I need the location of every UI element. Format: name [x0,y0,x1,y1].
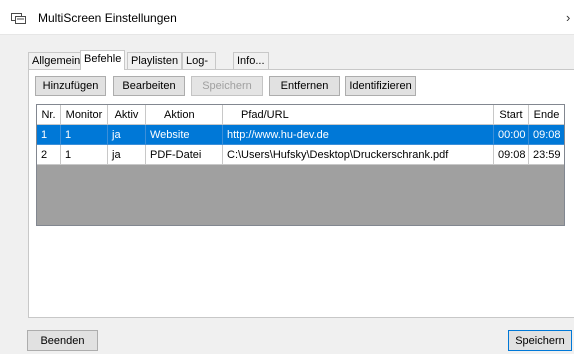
column-header[interactable]: Pfad/URL [223,105,494,125]
column-header[interactable]: Nr. [37,105,61,125]
column-header[interactable]: Aktiv [108,105,146,125]
tab-allgemein[interactable]: Allgemein [28,52,85,69]
table-cell[interactable]: 00:00 [494,125,529,145]
save-command-button[interactable]: Speichern [191,76,263,96]
monitor-window-icon [11,13,26,24]
identify-button[interactable]: Identifizieren [345,76,416,96]
edit-button[interactable]: Bearbeiten [113,76,185,96]
table-cell[interactable]: 09:08 [494,145,529,165]
table-cell[interactable]: 1 [61,125,108,145]
add-button[interactable]: Hinzufügen [35,76,106,96]
column-header[interactable]: Start [494,105,529,125]
exit-button[interactable]: Beenden [27,330,98,351]
close-icon[interactable]: › [566,10,570,25]
column-header[interactable]: Aktion [146,105,223,125]
remove-button[interactable]: Entfernen [269,76,340,96]
tab-log-datei[interactable]: Log-Datei [182,52,216,83]
tab-befehle[interactable]: Befehle [80,50,126,70]
table-cell[interactable]: ja [108,145,146,165]
tab-playlisten[interactable]: Playlisten [127,52,183,69]
save-button[interactable]: Speichern [508,330,572,351]
column-header[interactable]: Ende [529,105,564,125]
window-title: MultiScreen Einstellungen [38,11,177,25]
table-cell[interactable]: 09:08 [529,125,564,145]
table-cell[interactable]: 23:59 [529,145,564,165]
tab-info[interactable]: Info... [233,52,269,69]
column-header[interactable]: Monitor [61,105,108,125]
table-cell[interactable]: 2 [37,145,61,165]
title-bar: MultiScreen Einstellungen › [0,0,574,35]
table-cell[interactable]: PDF-Datei [146,145,223,165]
table-cell[interactable]: 1 [61,145,108,165]
commands-table[interactable]: Nr. Monitor Aktiv Aktion Pfad/URL Start … [36,104,565,226]
table-cell[interactable]: Website [146,125,223,145]
table-cell[interactable]: http://www.hu-dev.de [223,125,494,145]
table-cell[interactable]: ja [108,125,146,145]
table-cell[interactable]: 1 [37,125,61,145]
table-cell[interactable]: C:\Users\Hufsky\Desktop\Druckerschrank.p… [223,145,494,165]
